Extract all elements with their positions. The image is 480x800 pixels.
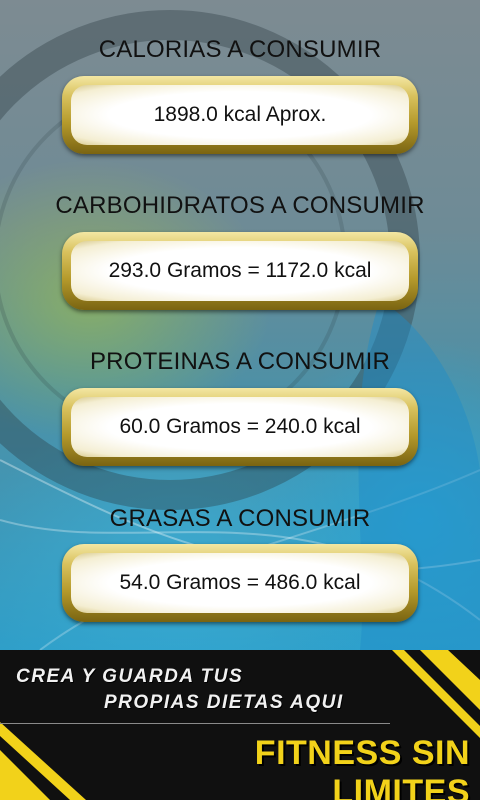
fats-value: 54.0 Gramos = 486.0 kcal [71,553,409,613]
banner-headline-line1: CREA Y GUARDA TUS [16,666,244,687]
proteins-value: 60.0 Gramos = 240.0 kcal [71,397,409,457]
carbohydrates-value: 293.0 Gramos = 1172.0 kcal [71,241,409,301]
promo-banner[interactable]: CREA Y GUARDA TUS PROPIAS DIETAS AQUI FI… [0,650,480,800]
fats-box: 54.0 Gramos = 486.0 kcal [62,544,418,622]
proteins-box: 60.0 Gramos = 240.0 kcal [62,388,418,466]
calories-box: 1898.0 kcal Aprox. [62,76,418,154]
carbohydrates-box: 293.0 Gramos = 1172.0 kcal [62,232,418,310]
banner-divider [0,723,390,724]
calories-title: CALORIAS A CONSUMIR [98,36,382,63]
banner-headline-line2: PROPIAS DIETAS AQUI [104,692,344,713]
proteins-title: PROTEINAS A CONSUMIR [89,348,391,375]
banner-brand-logo: FITNESS SIN LIMITES [254,734,470,800]
carbohydrates-title: CARBOHIDRATOS A CONSUMIR [55,192,425,219]
calories-value: 1898.0 kcal Aprox. [71,85,409,145]
fats-title: GRASAS A CONSUMIR [109,505,371,532]
